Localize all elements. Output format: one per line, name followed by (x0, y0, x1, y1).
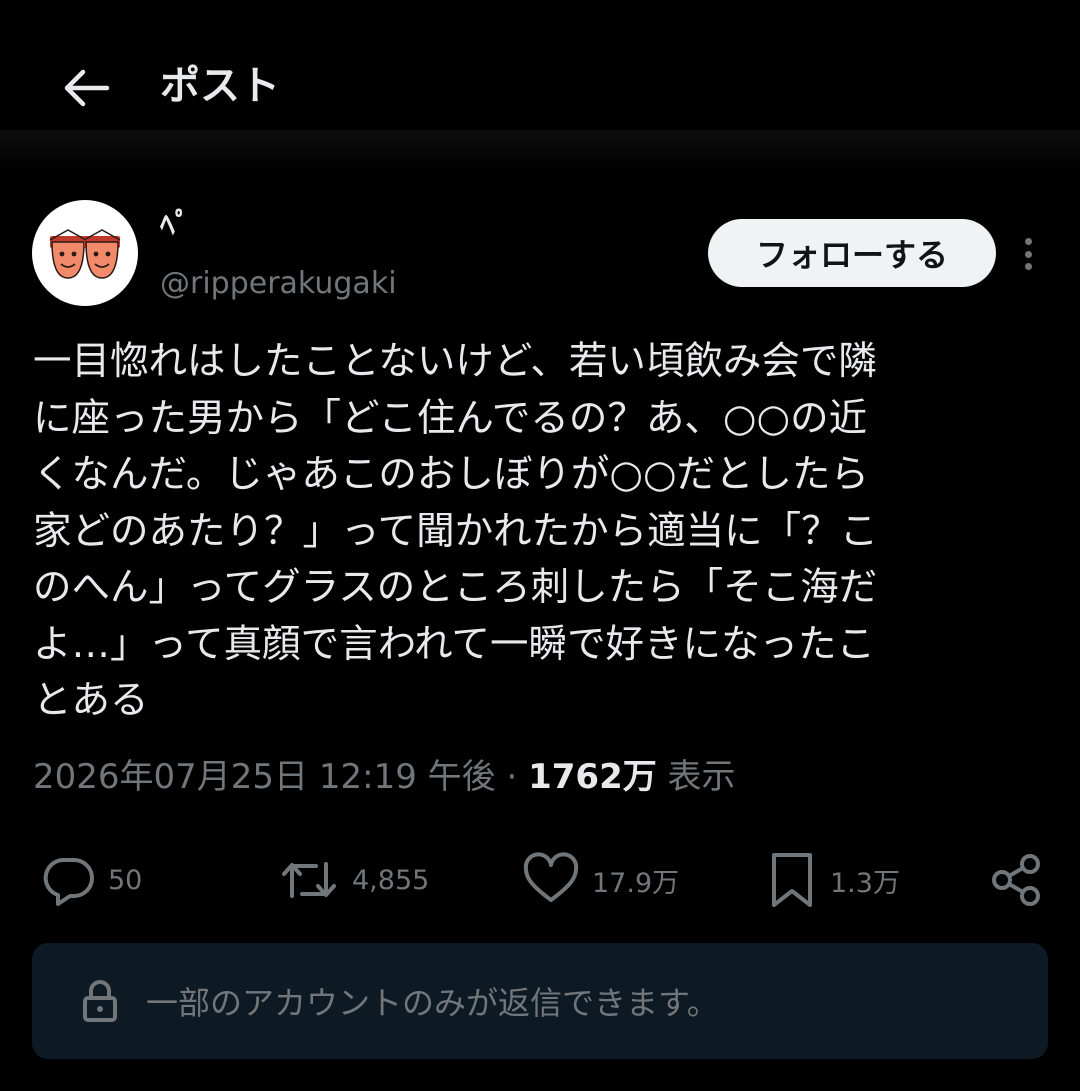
heart-icon (523, 852, 579, 902)
reply-count: 50 (108, 864, 143, 896)
action-bar: 50 4,855 17.9万 1.3万 (0, 848, 1080, 912)
post-text-line: くなんだ。じゃあこのおしぼりが○○だとしたら (33, 452, 870, 497)
author-handle[interactable]: @ripperakugaki (160, 264, 397, 304)
like-count: 17.9万 (592, 867, 680, 899)
reply-restriction-notice: 一部のアカウントのみが返信できます。 (32, 943, 1048, 1059)
vertical-ellipsis-icon (1024, 238, 1032, 245)
bookmark-icon (772, 853, 812, 907)
post-text-line: とある (33, 678, 149, 723)
post-text-line: 家どのあたり？」って聞かれたから適当に「？こ (33, 508, 879, 554)
top-header: ポスト (0, 0, 1080, 170)
arrow-left-icon (64, 69, 110, 107)
post-text-line: よ…」って真顔で言われて一瞬で好きになったこ (33, 621, 875, 667)
bookmark-button[interactable]: 1.3万 (766, 848, 900, 912)
avatar[interactable] (32, 200, 138, 306)
meta-separator: · (506, 757, 518, 797)
header-divider (0, 130, 1080, 170)
retweet-button[interactable]: 4,855 (278, 848, 429, 912)
reply-restriction-text: 一部のアカウントのみが返信できます。 (146, 984, 719, 1022)
avatar-illustration (49, 229, 121, 279)
lock-icon (80, 978, 120, 1024)
follow-button[interactable]: フォローする (708, 219, 996, 287)
post-text-line: に座った男から「どこ住んでるの？あ、○○の近 (33, 395, 868, 441)
reply-button[interactable]: 50 (40, 848, 142, 912)
views-label: 表示 (667, 757, 736, 797)
more-options-button[interactable] (1008, 232, 1048, 276)
share-icon (992, 854, 1040, 906)
reply-icon (43, 858, 94, 906)
retweet-count: 4,855 (352, 864, 430, 896)
bookmark-count: 1.3万 (830, 867, 900, 899)
post-meta: 2026年07月25日 12:19 午後 · 1762万 表示 (33, 752, 736, 802)
post-text: 一目惚れはしたことないけど、若い頃飲み会で隣 に座った男から「どこ住んでるの？あ… (33, 334, 1043, 730)
vertical-ellipsis-icon-dot (1024, 263, 1032, 270)
like-button[interactable]: 17.9万 (522, 848, 679, 912)
share-button[interactable] (988, 848, 1044, 912)
post-timestamp[interactable]: 2026年07月25日 12:19 午後 (33, 757, 496, 797)
back-button[interactable] (56, 60, 116, 116)
retweet-icon (282, 862, 336, 898)
page-title: ポスト (160, 63, 280, 109)
post-text-line: 一目惚れはしたことないけど、若い頃飲み会で隣 (33, 339, 877, 384)
author-display-name[interactable]: ﾍﾟ (160, 206, 190, 246)
views-count[interactable]: 1762万 (528, 757, 657, 797)
post-detail-page: ポスト ﾍﾟ @ripperakugaki フォローする 一目惚れはしたことない… (0, 0, 1080, 1091)
post-text-line: のへん」ってグラスのところ刺したら「そこ海だ (33, 565, 878, 610)
vertical-ellipsis-icon-dot (1024, 250, 1032, 258)
